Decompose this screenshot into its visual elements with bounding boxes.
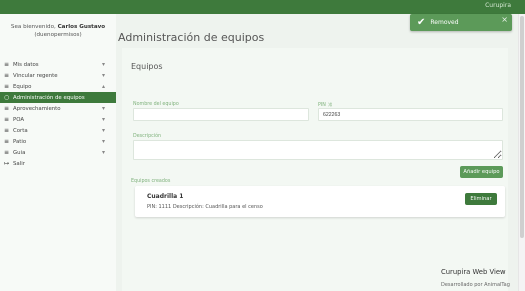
chevron-down-icon: ▾ [102, 138, 106, 145]
add-team-button[interactable]: Añadir equipo [460, 166, 503, 178]
sidebar-item-label: Guia [13, 149, 26, 156]
sidebar-item-administracion-de-equipos[interactable]: ○ Administración de equipos [0, 92, 116, 103]
description-label: Descripción [133, 134, 162, 139]
logout-icon: ↦ [4, 160, 10, 167]
sidebar-item-label: Corta [13, 127, 28, 134]
team-name-input[interactable] [133, 108, 309, 121]
chevron-down-icon: ▾ [102, 116, 106, 123]
menu-icon: ≡ [4, 127, 10, 134]
sidebar: Sea bienvenido, Carlos Gustavo (duenoper… [0, 14, 116, 291]
menu-icon: ≡ [4, 61, 10, 68]
section-title: Equipos [131, 62, 163, 71]
pin-input[interactable] [318, 108, 503, 121]
menu-icon: ≡ [4, 138, 10, 145]
sidebar-item-equipo[interactable]: ≡ Equipo ▴ [0, 81, 116, 92]
chevron-up-icon: ▴ [102, 83, 106, 90]
sidebar-item-label: Vincular regente [13, 72, 58, 79]
user-name: Carlos Gustavo [57, 24, 106, 30]
created-teams-label: Equipos creados [131, 179, 171, 184]
team-card: Cuadrilla 1 PIN: 1111 Descripción: Cuadr… [135, 186, 505, 217]
sidebar-item-patio[interactable]: ≡ Patio ▾ [0, 136, 116, 147]
sidebar-item-label: Salir [13, 160, 25, 167]
sidebar-item-poa[interactable]: ≡ POA ▾ [0, 114, 116, 125]
sidebar-item-label: Aprovechamiento [13, 105, 61, 112]
chevron-down-icon: ▾ [102, 72, 106, 79]
user-handle: (duenopermisos) [34, 32, 82, 38]
sidebar-menu: ≡ Mis datos ▾ ≡ Vincular regente ▾ ≡ Equ… [0, 59, 116, 169]
page-title: Administración de equipos [118, 31, 265, 44]
sidebar-item-corta[interactable]: ≡ Corta ▾ [0, 125, 116, 136]
scrollbar[interactable] [518, 14, 525, 291]
menu-icon: ≡ [4, 116, 10, 123]
chevron-down-icon: ▾ [102, 105, 106, 112]
sidebar-item-mis-datos[interactable]: ≡ Mis datos ▾ [0, 59, 116, 70]
sidebar-item-label: Patio [13, 138, 27, 145]
menu-icon: ≡ [4, 149, 10, 156]
description-textarea[interactable] [133, 140, 503, 160]
scrollbar-thumb[interactable] [520, 16, 524, 238]
team-name: Cuadrilla 1 [147, 193, 184, 200]
chevron-down-icon: ▾ [102, 61, 106, 68]
main-content: Administración de equipos Equipos Nombre… [116, 14, 518, 291]
team-details: PIN: 1111 Descripción: Cuadrilla para el… [147, 204, 263, 210]
team-name-label: Nombre del equipo [133, 102, 179, 107]
chevron-down-icon: ▾ [102, 149, 106, 156]
menu-icon: ≡ [4, 72, 10, 79]
sidebar-item-label: Administración de equipos [13, 94, 85, 101]
teams-card: Equipos Nombre del equipo PIN ⤨ Descripc… [122, 48, 508, 291]
menu-icon: ≡ [4, 105, 10, 112]
circle-icon: ○ [4, 94, 10, 101]
footer-brand: Curupira Web View [441, 268, 506, 276]
welcome-message: Sea bienvenido, Carlos Gustavo (duenoper… [0, 23, 116, 39]
menu-icon: ≡ [4, 83, 10, 90]
sidebar-item-label: Equipo [13, 83, 32, 90]
sidebar-item-guia[interactable]: ≡ Guia ▾ [0, 147, 116, 158]
chevron-down-icon: ▾ [102, 127, 106, 134]
welcome-prefix: Sea bienvenido, [10, 24, 56, 30]
top-bar: Curupira [0, 0, 525, 14]
sidebar-item-label: Mis datos [13, 61, 39, 68]
sidebar-item-label: POA [13, 116, 25, 123]
sidebar-item-vincular-regente[interactable]: ≡ Vincular regente ▾ [0, 70, 116, 81]
sidebar-item-aprovechamiento[interactable]: ≡ Aprovechamiento ▾ [0, 103, 116, 114]
sidebar-item-salir[interactable]: ↦ Salir [0, 158, 116, 169]
footer-credit: Desarrollado por AnimalTag [441, 282, 510, 288]
app-name: Curupira [485, 2, 511, 9]
delete-team-button[interactable]: Eliminar [465, 193, 497, 205]
